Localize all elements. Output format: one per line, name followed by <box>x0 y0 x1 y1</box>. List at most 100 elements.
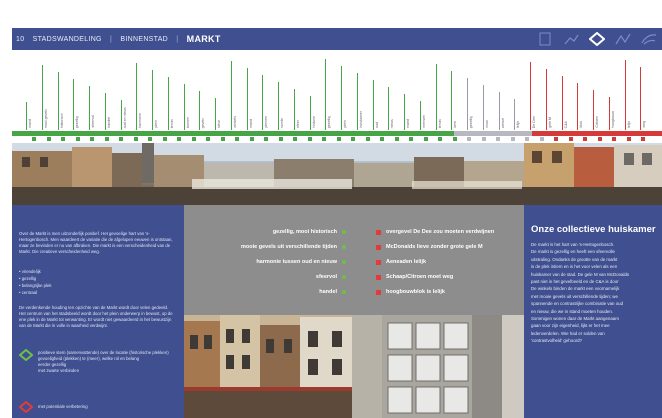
word-label: mooi gevels <box>41 65 48 130</box>
word-label: blok <box>577 83 583 130</box>
word-label: mooi <box>482 85 489 130</box>
word-label: lelijk <box>514 99 520 130</box>
word-label: Citroen <box>593 90 599 130</box>
paragraph-line: De winkels binden de markt een voornamel… <box>531 286 620 292</box>
marker-dot <box>597 137 602 141</box>
section-body: De markt is het hart van 's-Hertogenbosc… <box>531 241 659 345</box>
marker-dot <box>32 137 36 141</box>
positive-item: handel <box>319 287 346 297</box>
marker-dot <box>452 137 457 141</box>
marker-dot <box>423 137 428 141</box>
red-diamond-icon <box>18 400 34 415</box>
section-title: Onze collectieve huiskamer <box>531 224 656 235</box>
negative-item: Aeneaden lelijk <box>376 257 426 267</box>
wind-icon[interactable] <box>640 31 658 47</box>
word-label: gezellig <box>73 79 79 130</box>
paragraph-line: uitstraling. Ondanks de grootte van de m… <box>531 256 618 262</box>
marker-dot <box>90 137 94 141</box>
secondary-text: De verdenkende houding ten opzichte van … <box>19 305 173 328</box>
word-label: mensen <box>419 101 426 130</box>
marker-dot <box>75 137 80 141</box>
word-label: kerk <box>451 71 457 130</box>
marker-dot <box>264 137 268 141</box>
word-label: C&A <box>561 76 568 130</box>
diamond-icon[interactable] <box>588 31 606 47</box>
breadcrumb-separator: | <box>176 36 179 43</box>
word-label: terras <box>435 64 442 130</box>
sentiment-positive-segment <box>12 131 454 136</box>
word-label: ruimte <box>278 82 284 130</box>
positive-item: gezellig, mooi historisch <box>273 227 346 237</box>
person-walk-icon[interactable] <box>614 31 632 47</box>
marker-dot <box>220 137 225 141</box>
word-label: markt <box>26 102 32 130</box>
marker-dot <box>525 137 529 141</box>
vertical-word-labels: markt mooi gevels historisch gezellig sfeerv… <box>12 52 662 130</box>
paragraph-line: 'contrastvolheid' gehoord? <box>531 338 582 344</box>
word-label: historisch <box>57 72 64 130</box>
word-label: gezellig <box>467 78 473 130</box>
word-label: sfeervol <box>89 86 95 130</box>
word-label: winkels <box>230 61 237 130</box>
legend-green: positieve stem (samenvattende) over de l… <box>38 350 169 373</box>
word-label: nieuw <box>388 87 394 130</box>
right-text-panel: Onze collectieve huiskamer De markt is h… <box>524 205 662 418</box>
page-number: 10 <box>16 36 25 43</box>
paragraph-line: ledenverdelen. Wie had er solden van <box>531 330 605 336</box>
marker-dot <box>583 137 587 141</box>
marker-dot <box>626 137 631 141</box>
list-item: • gezellig <box>19 276 37 281</box>
breadcrumb-separator: | <box>110 36 113 43</box>
marker-dot <box>539 137 544 141</box>
intro-text: Over de Markt is men uitzonderlijk posit… <box>19 231 173 254</box>
person-walk-icon[interactable] <box>562 31 580 47</box>
word-label: kleur <box>215 98 221 130</box>
word-label: weg <box>640 67 646 130</box>
paragraph-line: De markt is het hart van 's-Hertogenbosc… <box>531 242 615 247</box>
paragraph-line: gaan voor zijn eigenheid, lijkt er het m… <box>531 323 610 329</box>
marker-dot <box>148 137 152 141</box>
negative-item: overgevel De Dee zou moeten verdwijnen <box>376 227 494 237</box>
marker-dot <box>612 137 616 141</box>
word-label: oud en nieuw <box>120 100 127 130</box>
left-info-panel: Over de Markt is men uitzonderlijk posit… <box>12 205 184 418</box>
word-label: markt <box>404 94 410 130</box>
marker-dot <box>191 137 196 141</box>
word-label: gezellig <box>325 59 331 130</box>
word-label: terras <box>167 77 174 130</box>
paragraph-line: en nieuw, die we in stand moeten houden. <box>531 308 614 314</box>
marker-dot <box>293 137 297 141</box>
positive-item: sfeervol <box>316 272 346 282</box>
opinions-panel: gezellig, mooi historisch mooie gevels u… <box>184 205 524 315</box>
word-label: markt <box>246 68 253 130</box>
marker-dot <box>278 137 283 141</box>
breadcrumb-item-binnenstad[interactable]: BINNENSTAD <box>120 36 168 43</box>
word-label: De Dee <box>530 62 536 130</box>
marker-dot <box>46 137 51 141</box>
word-label: plein <box>152 70 158 130</box>
legend-red: met potentiale verbetering <box>38 404 88 409</box>
marker-dot <box>510 137 515 141</box>
marker-dot <box>307 137 312 141</box>
sentiment-neutral-segment <box>454 131 532 136</box>
marker-dot <box>380 137 384 141</box>
page-title: MARKT <box>186 34 221 44</box>
marker-dot <box>568 137 573 141</box>
marker-dot <box>235 137 239 141</box>
paragraph-line: huiskamer van de stad. De gele M van McD… <box>531 271 630 277</box>
word-label: sfeer <box>293 89 300 130</box>
marker-dot <box>177 137 181 141</box>
marker-dot <box>119 137 123 141</box>
marker-dot <box>61 137 65 141</box>
marker-dot <box>249 137 254 141</box>
word-label: oud <box>372 80 379 130</box>
marker-dot <box>365 137 370 141</box>
marker-dot <box>496 137 500 141</box>
breadcrumb-item-stadswandeling[interactable]: STADSWANDELING <box>33 36 102 43</box>
document-icon[interactable] <box>536 31 554 47</box>
marker-dot <box>133 137 138 141</box>
marker-dot <box>322 137 326 141</box>
marker-dot <box>206 137 210 141</box>
word-label: historie <box>309 96 316 130</box>
panorama-photo <box>12 143 662 205</box>
